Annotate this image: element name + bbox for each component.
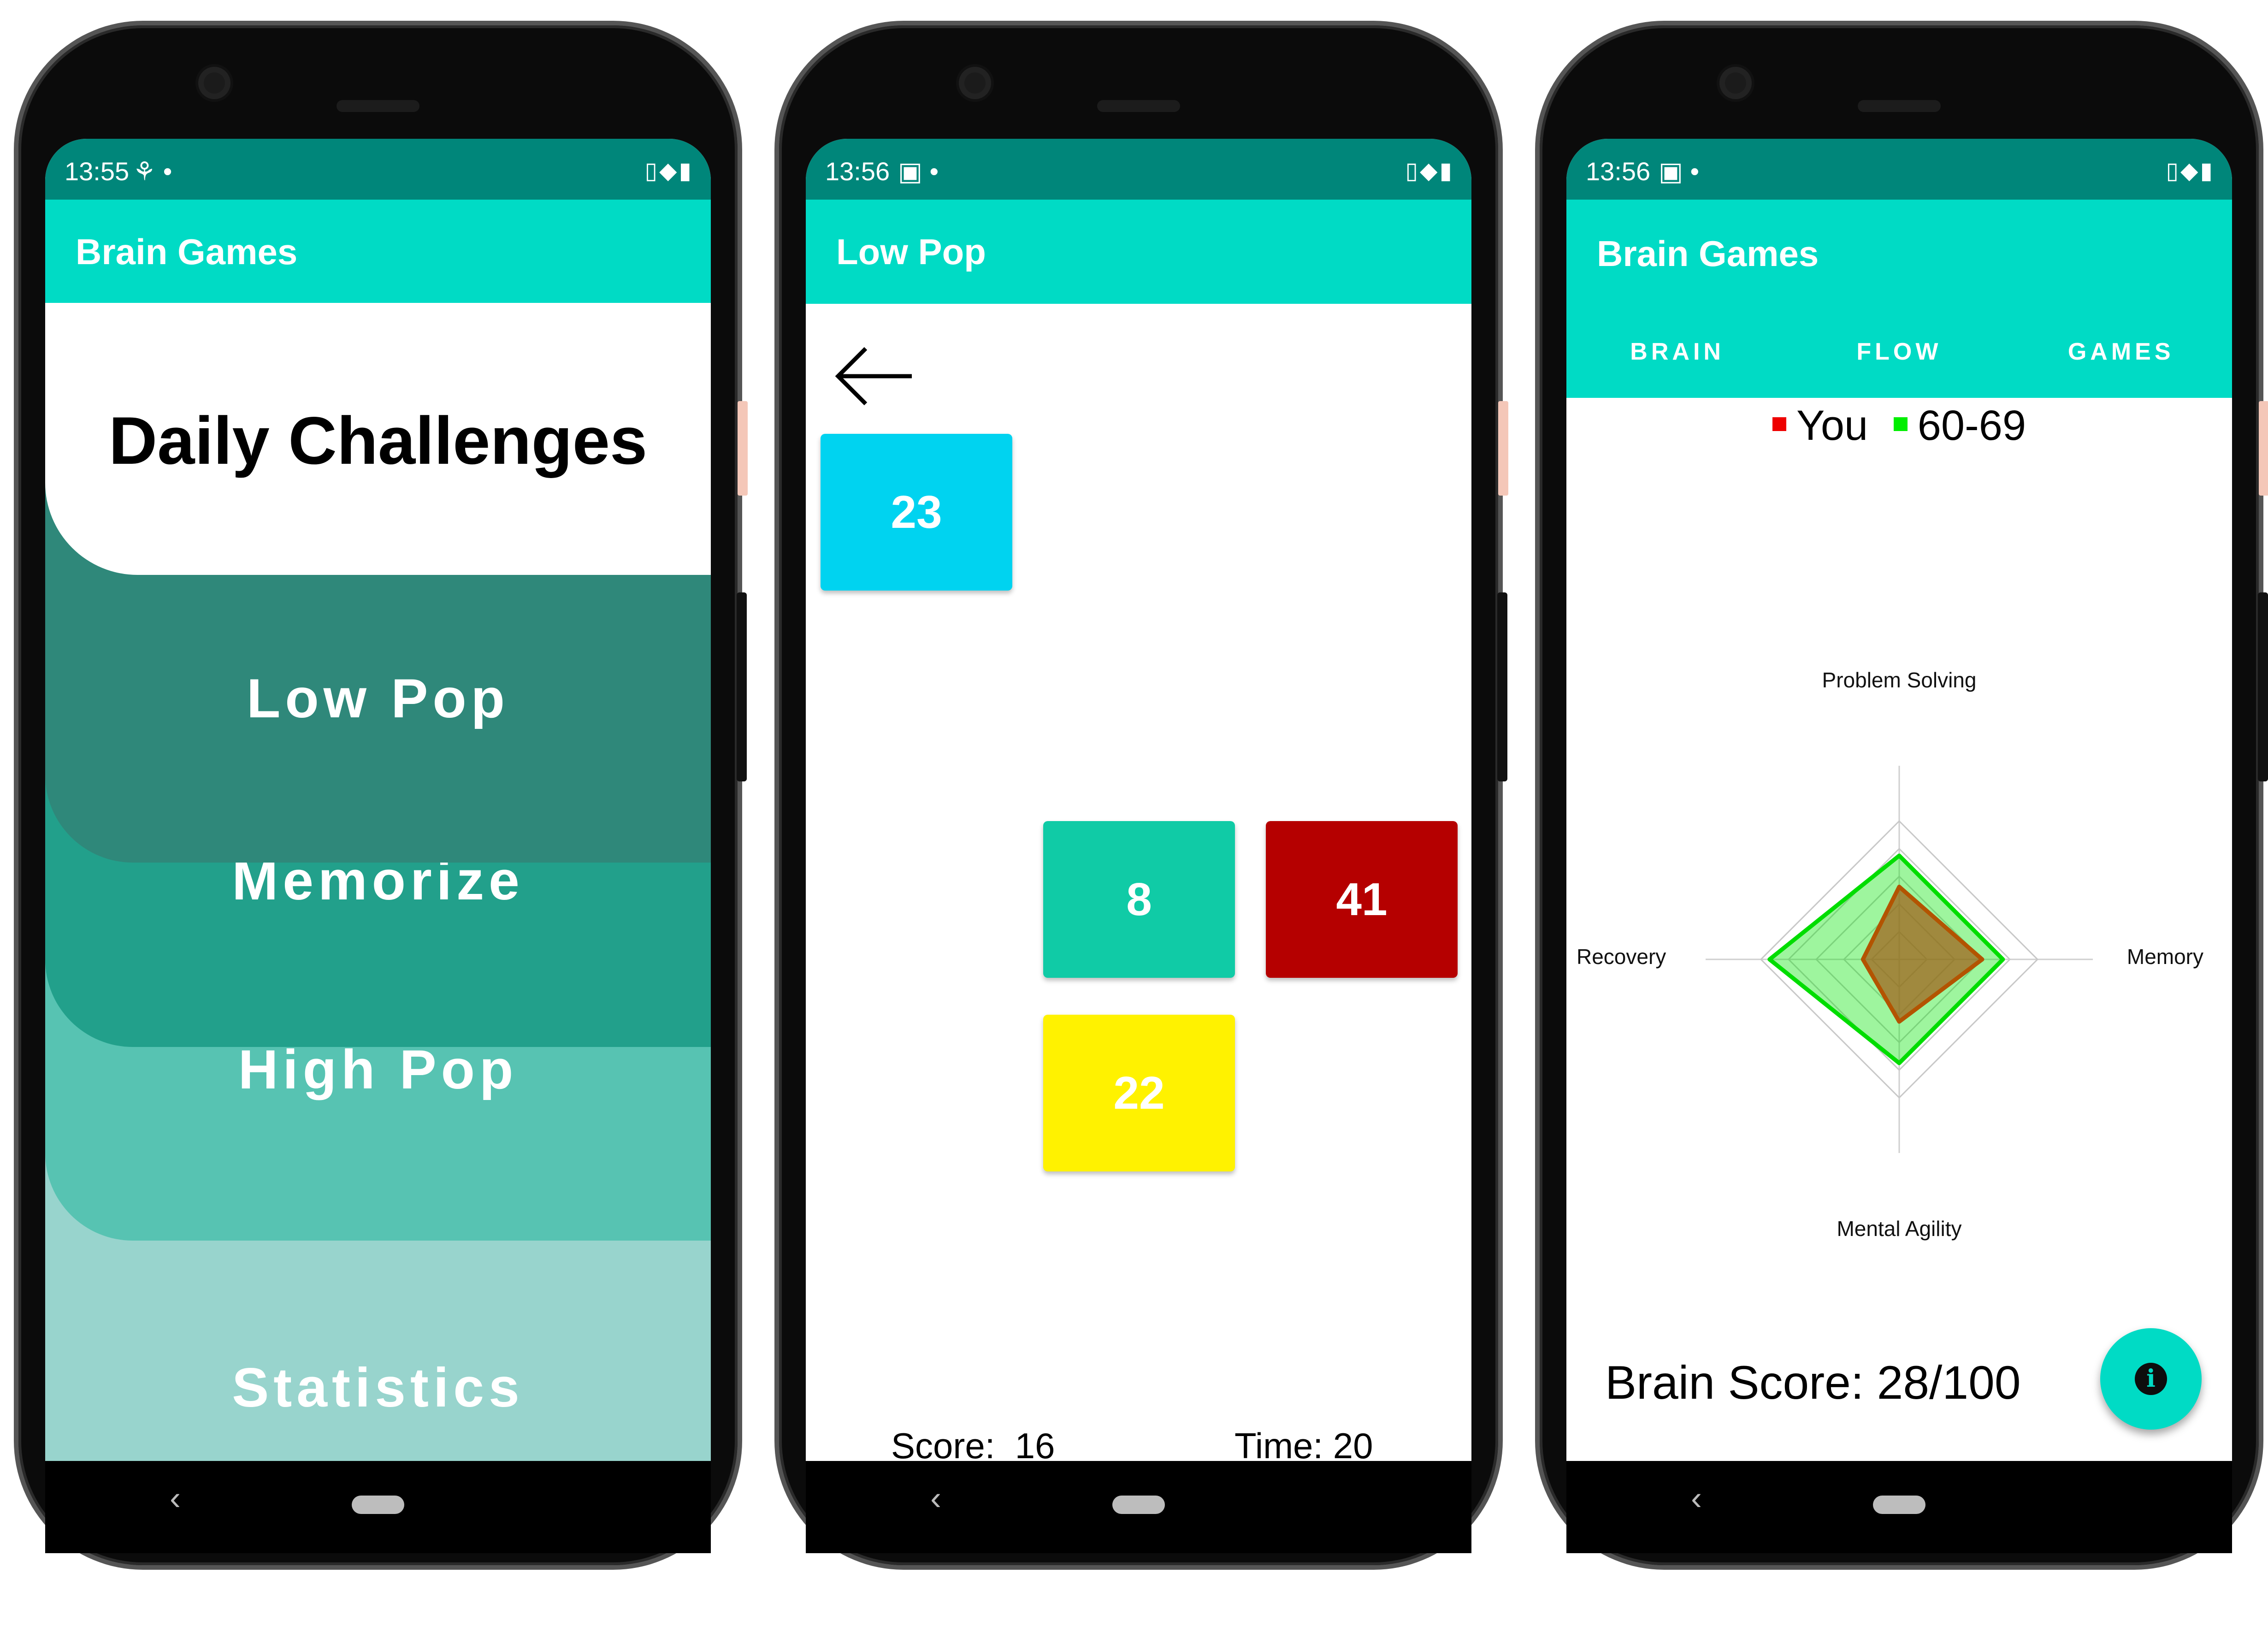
status-bar: 13:56 ▣ • ▯◆▮ xyxy=(806,139,1471,200)
status-right-icons: ▯◆▮ xyxy=(644,158,693,183)
status-time: 13:55 xyxy=(65,157,130,186)
nav-back-icon[interactable]: ‹ xyxy=(1691,1479,1702,1517)
arrow-left-icon[interactable] xyxy=(833,342,916,411)
nav-back-icon[interactable]: ‹ xyxy=(170,1479,181,1517)
power-button xyxy=(737,592,747,781)
app-title: Brain Games xyxy=(76,231,298,272)
screen-3: 13:56 ▣ • ▯◆▮ Brain Games BRAIN FLOW GAM… xyxy=(1566,139,2232,1461)
tile-value: 41 xyxy=(1336,873,1388,925)
score-text: Score: 16 xyxy=(891,1425,1055,1461)
screen-2: 13:56 ▣ • ▯◆▮ Low Pop 23 8 41 22 Score: … xyxy=(806,139,1471,1461)
number-tile[interactable]: 41 xyxy=(1266,821,1458,978)
earpiece-speaker xyxy=(337,100,419,112)
daily-challenges-title: Daily Challenges xyxy=(108,403,648,478)
phone-frame-2: 13:56 ▣ • ▯◆▮ Low Pop 23 8 41 22 Score: … xyxy=(779,25,1508,1565)
daily-challenges-header: Daily Challenges xyxy=(45,303,711,575)
number-tile[interactable]: 8 xyxy=(1043,821,1235,978)
tile-value: 8 xyxy=(1126,873,1152,925)
info-icon: i xyxy=(2135,1363,2167,1395)
radar-chart: Problem Solving Memory Mental Agility Recov… xyxy=(1577,668,2203,1241)
high-pop-label: High Pop xyxy=(238,1039,518,1100)
phone-frame-1: 13:55 ⚘ • ▯◆▮ Brain Games Statistics Hig… xyxy=(18,25,748,1565)
front-camera xyxy=(959,67,991,99)
app-bar: Brain Games xyxy=(45,200,711,304)
time-text: Time: 20 xyxy=(1234,1425,1373,1461)
app-bar: Low Pop xyxy=(806,200,1471,304)
side-accent xyxy=(1498,401,1508,496)
brain-score-text: Brain Score: 28/100 xyxy=(1605,1356,2021,1409)
system-nav-bar: ‹ xyxy=(806,1461,1471,1553)
nav-back-icon[interactable]: ‹ xyxy=(930,1479,941,1517)
status-time: 13:56 xyxy=(825,157,890,186)
side-accent xyxy=(738,401,748,496)
phone-frame-3: 13:56 ▣ • ▯◆▮ Brain Games BRAIN FLOW GAM… xyxy=(1540,25,2268,1565)
number-tile[interactable]: 23 xyxy=(821,434,1012,591)
side-accent xyxy=(2259,401,2268,496)
front-camera xyxy=(198,67,230,99)
system-nav-bar: ‹ xyxy=(1566,1461,2232,1553)
radar-axis-label: Recovery xyxy=(1577,945,1666,969)
status-left-icons: ▣ • xyxy=(898,157,939,186)
statistics-label: Statistics xyxy=(232,1357,524,1419)
nav-home-pill[interactable] xyxy=(352,1496,404,1514)
system-nav-bar: ‹ xyxy=(45,1461,711,1553)
info-fab-button[interactable]: i xyxy=(2100,1328,2202,1430)
front-camera xyxy=(1719,67,1752,99)
power-button xyxy=(1497,592,1507,781)
power-button xyxy=(2258,592,2268,781)
status-bar: 13:55 ⚘ • ▯◆▮ xyxy=(45,139,711,200)
tile-value: 22 xyxy=(1113,1067,1165,1119)
status-right-icons: ▯◆▮ xyxy=(1405,158,1454,183)
nav-home-pill[interactable] xyxy=(1112,1496,1165,1514)
tile-value: 23 xyxy=(891,486,942,538)
screen-1: 13:55 ⚘ • ▯◆▮ Brain Games Statistics Hig… xyxy=(45,139,711,1461)
radar-axis-label: Mental Agility xyxy=(1837,1217,1961,1241)
app-title: Low Pop xyxy=(836,231,986,272)
number-tile[interactable]: 22 xyxy=(1043,1015,1235,1171)
earpiece-speaker xyxy=(1858,100,1941,112)
radar-axis-label: Memory xyxy=(2127,945,2203,969)
status-left-icons: ⚘ • xyxy=(133,157,172,186)
nav-home-pill[interactable] xyxy=(1873,1496,1925,1514)
low-pop-label: Low Pop xyxy=(247,668,509,729)
radar-axis-label: Problem Solving xyxy=(1822,668,1977,692)
earpiece-speaker xyxy=(1097,100,1180,112)
